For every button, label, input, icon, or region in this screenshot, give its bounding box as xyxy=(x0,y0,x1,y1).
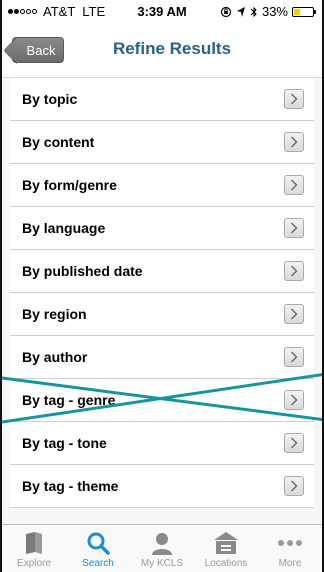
user-icon xyxy=(150,529,174,557)
list-item[interactable]: By tag - genre xyxy=(10,379,314,422)
list-item-label: By form/genre xyxy=(22,177,117,193)
status-right: 33% xyxy=(220,4,316,19)
list-item[interactable]: By region xyxy=(10,293,314,336)
book-icon xyxy=(23,529,45,557)
list-item-label: By author xyxy=(22,349,88,365)
tab-label: Search xyxy=(82,558,114,569)
back-button-label: Back xyxy=(26,42,56,58)
search-icon xyxy=(86,529,110,557)
chevron-right-icon[interactable] xyxy=(284,89,304,109)
list-item[interactable]: By tag - tone xyxy=(10,422,314,465)
rotation-lock-icon xyxy=(220,6,232,17)
building-icon xyxy=(213,529,239,557)
chevron-right-icon[interactable] xyxy=(284,218,304,238)
chevron-right-icon[interactable] xyxy=(284,347,304,367)
bluetooth-icon xyxy=(250,6,257,17)
tab-more[interactable]: More xyxy=(258,525,322,572)
tab-label: My KCLS xyxy=(140,558,184,569)
list-item-label: By content xyxy=(22,134,95,150)
location-arrow-icon xyxy=(236,6,245,17)
tab-locations[interactable]: Locations xyxy=(194,525,258,572)
chevron-right-icon[interactable] xyxy=(284,390,304,410)
navigation-bar: Back Refine Results xyxy=(2,22,322,78)
battery-fill xyxy=(294,8,300,15)
phone-screen: AT&T LTE 3:39 AM 33% Back Refine Results… xyxy=(0,0,324,572)
battery-percent: 33% xyxy=(261,4,288,19)
more-icon xyxy=(277,529,303,557)
list-item-label: By tag - theme xyxy=(22,478,119,494)
chevron-right-icon[interactable] xyxy=(284,132,304,152)
tab-label: Locations xyxy=(204,558,248,569)
tab-label: Explore xyxy=(17,558,51,569)
list-item-label: By tag - tone xyxy=(22,435,107,451)
tab-label: More xyxy=(278,558,302,569)
tab-explore[interactable]: Explore xyxy=(2,525,66,572)
list-item[interactable]: By content xyxy=(10,121,314,164)
list-item[interactable]: By language xyxy=(10,207,314,250)
list-item-label: By published date xyxy=(22,263,143,279)
chevron-right-icon[interactable] xyxy=(284,175,304,195)
chevron-right-icon[interactable] xyxy=(284,261,304,281)
battery-icon xyxy=(292,6,316,17)
chevron-right-icon[interactable] xyxy=(284,304,304,324)
list-item[interactable]: By published date xyxy=(10,250,314,293)
chevron-right-icon[interactable] xyxy=(284,433,304,453)
tab-my-kcls[interactable]: My KCLS xyxy=(130,525,194,572)
chevron-right-icon[interactable] xyxy=(284,476,304,496)
list-item[interactable]: By topic xyxy=(10,78,314,121)
list-item-label: By tag - genre xyxy=(22,392,116,408)
list-item[interactable]: By tag - theme xyxy=(10,465,314,508)
tab-bar: Explore Search My KCLS Locations More xyxy=(2,524,322,572)
tab-search[interactable]: Search xyxy=(66,525,130,572)
status-bar: AT&T LTE 3:39 AM 33% xyxy=(2,0,322,22)
refine-options-list: By topic By content By form/genre By langua… xyxy=(10,78,314,508)
list-item-label: By region xyxy=(22,306,87,322)
list-item[interactable]: By form/genre xyxy=(10,164,314,207)
list-item-label: By topic xyxy=(22,91,78,107)
list-item-label: By language xyxy=(22,220,106,236)
list-item[interactable]: By author xyxy=(10,336,314,379)
